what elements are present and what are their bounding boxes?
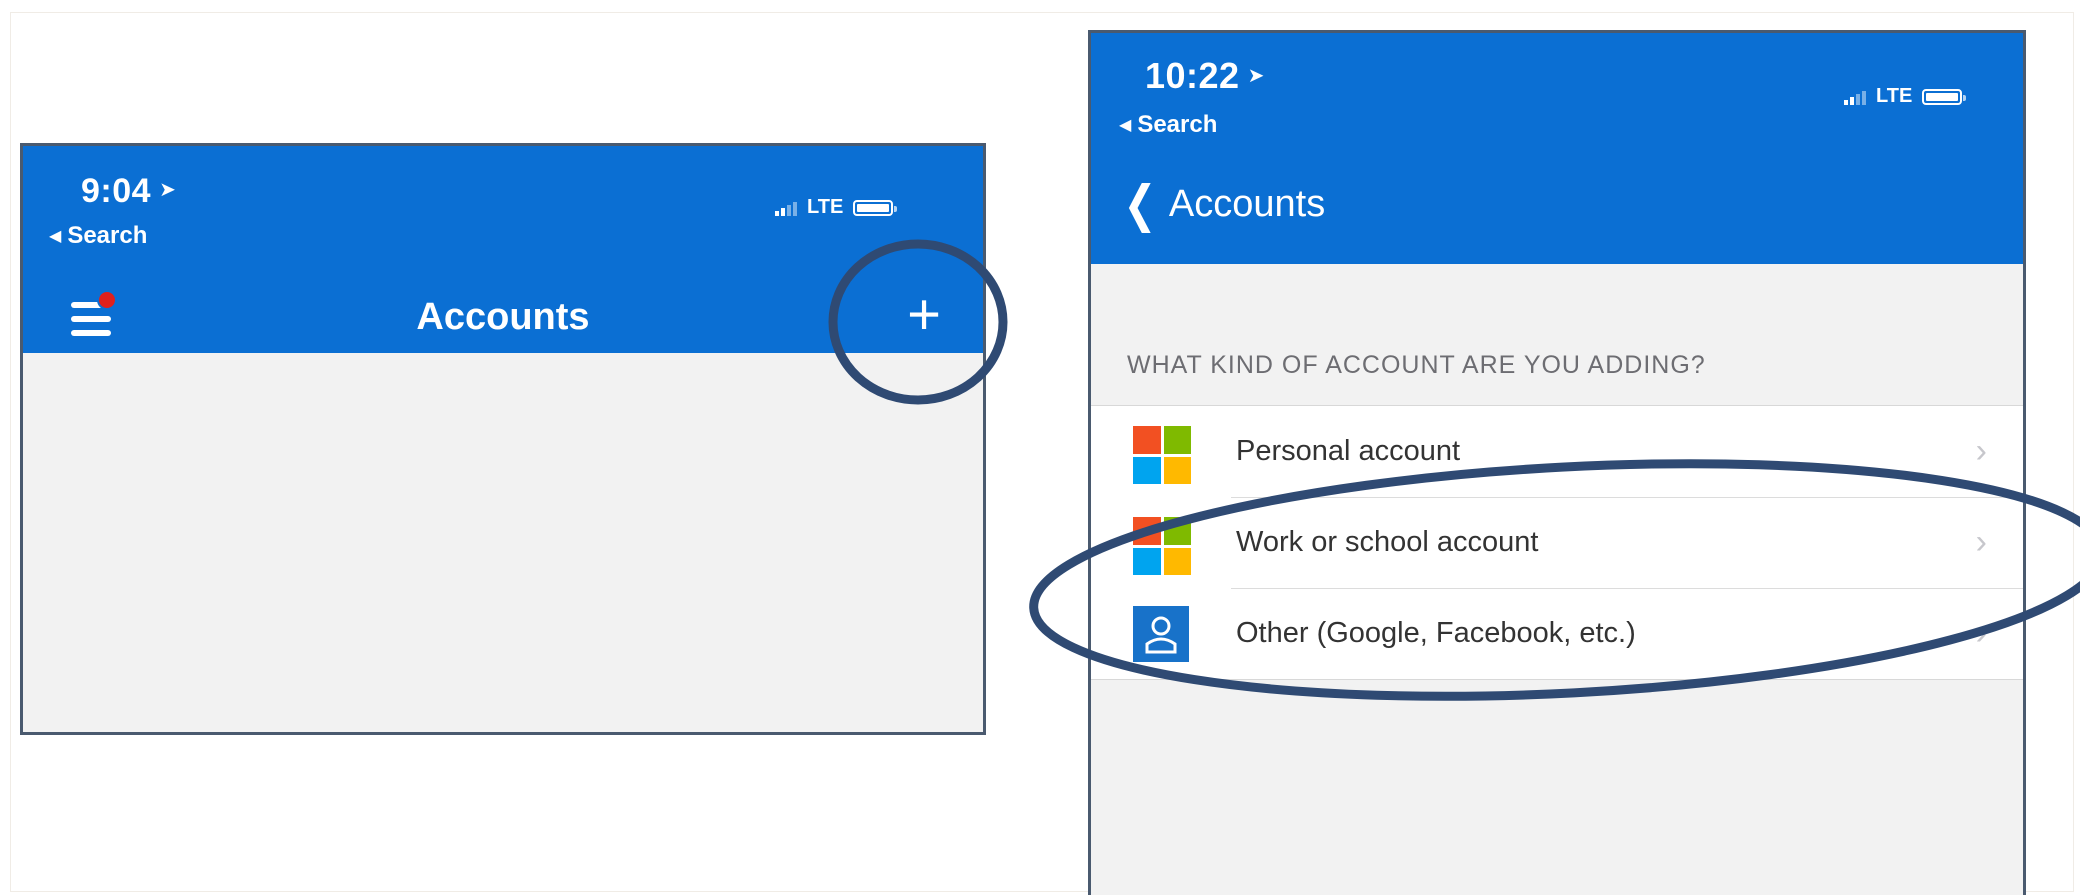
list-item-label: Personal account xyxy=(1236,435,1461,467)
work-or-school-account-option[interactable]: Work or school account › xyxy=(1091,497,2023,588)
back-search-label: Search xyxy=(67,222,148,249)
back-to-search-link[interactable]: ◀ Search xyxy=(1119,111,1217,139)
back-triangle-icon: ◀ xyxy=(49,228,62,245)
personal-account-option[interactable]: Personal account › xyxy=(1091,406,2023,497)
navigation-bar: 10:22 ➤ ◀ Search LTE ❮ Accounts xyxy=(1091,33,2023,264)
accounts-screen: 9:04 ➤ ◀ Search LTE Accounts + xyxy=(20,143,986,735)
microsoft-logo-icon xyxy=(1133,426,1191,484)
list-item-label: Other (Google, Facebook, etc.) xyxy=(1236,617,1636,649)
chevron-right-icon: › xyxy=(1975,614,1987,652)
person-icon xyxy=(1133,606,1189,662)
plus-icon: + xyxy=(907,282,941,347)
back-search-label: Search xyxy=(1137,111,1218,138)
status-time-text: 9:04 xyxy=(81,172,152,210)
back-to-search-link[interactable]: ◀ Search xyxy=(49,222,147,250)
back-accounts-label: Accounts xyxy=(1168,182,1326,225)
location-arrow-icon: ➤ xyxy=(159,179,177,201)
network-label: LTE xyxy=(1876,85,1913,107)
signal-strength-icon xyxy=(775,200,797,216)
back-triangle-icon: ◀ xyxy=(1119,117,1132,134)
list-item-label: Work or school account xyxy=(1236,526,1539,558)
status-time: 9:04 ➤ xyxy=(81,172,176,211)
battery-icon xyxy=(853,199,898,216)
chevron-right-icon: › xyxy=(1975,523,1987,561)
navigation-bar: 9:04 ➤ ◀ Search LTE Accounts + xyxy=(23,146,983,353)
status-time: 10:22 ➤ xyxy=(1145,55,1265,97)
location-arrow-icon: ➤ xyxy=(1247,65,1265,87)
status-indicators: LTE xyxy=(1844,85,1967,108)
microsoft-logo-icon xyxy=(1133,517,1191,575)
status-time-text: 10:22 xyxy=(1145,55,1240,96)
back-to-accounts-button[interactable]: ❮ Accounts xyxy=(1119,179,1325,229)
page-title: Accounts xyxy=(416,296,590,338)
status-indicators: LTE xyxy=(775,196,898,219)
signal-strength-icon xyxy=(1844,89,1866,105)
screenshot-canvas: 9:04 ➤ ◀ Search LTE Accounts + 10:22 ➤ ◀… xyxy=(0,0,2080,895)
chevron-left-icon: ❮ xyxy=(1123,176,1157,232)
network-label: LTE xyxy=(807,196,844,218)
other-account-option[interactable]: Other (Google, Facebook, etc.) › xyxy=(1091,588,2023,679)
add-account-button[interactable]: + xyxy=(899,286,949,344)
section-header: WHAT KIND OF ACCOUNT ARE YOU ADDING? xyxy=(1127,351,1706,379)
add-account-screen: 10:22 ➤ ◀ Search LTE ❮ Accounts WHAT KIND … xyxy=(1088,30,2026,895)
chevron-right-icon: › xyxy=(1975,432,1987,470)
account-type-list: Personal account › Work or school accoun… xyxy=(1091,405,2023,680)
battery-icon xyxy=(1922,88,1967,105)
